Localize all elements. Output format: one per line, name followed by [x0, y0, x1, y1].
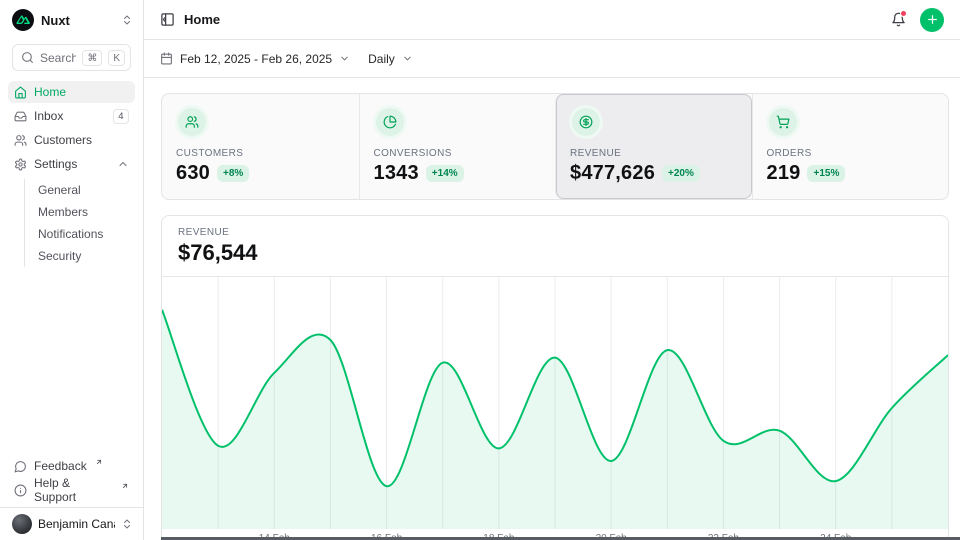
revenue-chart-card: REVENUE $76,544 14 Feb16 Feb18 Feb20 Feb…: [161, 215, 949, 540]
chart-header: REVENUE $76,544: [162, 216, 948, 277]
help-support-link[interactable]: Help & Support: [8, 479, 135, 501]
stats-strip: CUSTOMERS 630 +8% CONVERSIONS 1343 +14%: [161, 93, 949, 200]
date-range-picker[interactable]: Feb 12, 2025 - Feb 26, 2025: [160, 52, 350, 66]
chevron-down-icon: [339, 53, 350, 64]
revenue-area-chart[interactable]: [162, 277, 948, 529]
sidebar-footer-links: Feedback Help & Support: [0, 455, 143, 507]
dashboard-content: CUSTOMERS 630 +8% CONVERSIONS 1343 +14%: [144, 78, 960, 540]
sidebar-item-label: Inbox: [34, 109, 106, 123]
workspace-name: Nuxt: [41, 13, 114, 28]
page-header: Home: [144, 0, 960, 40]
chevrons-up-down-icon: [121, 14, 133, 26]
notifications-button[interactable]: [886, 8, 910, 32]
add-button[interactable]: [920, 8, 944, 32]
stat-label: REVENUE: [570, 148, 738, 159]
pie-chart-icon: [376, 108, 404, 136]
user-name: Benjamin Canac: [38, 517, 115, 531]
stat-value: 630: [176, 162, 210, 185]
external-link-icon: [121, 482, 129, 490]
stat-customers[interactable]: CUSTOMERS 630 +8%: [162, 94, 359, 199]
plus-icon: [926, 13, 939, 26]
panel-left-close-icon[interactable]: [160, 12, 175, 27]
sidebar-nav: Home Inbox 4 Customers Settings: [0, 81, 143, 269]
home-icon: [14, 86, 27, 99]
inbox-icon: [14, 110, 27, 123]
message-bubble-icon: [14, 460, 27, 473]
stat-orders[interactable]: ORDERS 219 +15%: [752, 94, 949, 199]
feedback-label: Feedback: [34, 459, 87, 473]
app-window: Nuxt Search... ⌘ K Home: [0, 0, 960, 540]
sidebar: Nuxt Search... ⌘ K Home: [0, 0, 144, 540]
sidebar-item-label: Home: [34, 85, 129, 99]
stat-value: 1343: [374, 162, 419, 185]
revenue-chart-svg: [162, 277, 948, 529]
search-placeholder: Search...: [40, 51, 76, 65]
main-panel: Home Feb 12, 2: [144, 0, 960, 540]
stat-label: CONVERSIONS: [374, 148, 542, 159]
info-circle-icon: [14, 484, 27, 497]
sidebar-item-security[interactable]: Security: [38, 245, 135, 267]
external-link-icon: [95, 458, 103, 466]
stat-label: ORDERS: [767, 148, 935, 159]
stat-label: CUSTOMERS: [176, 148, 345, 159]
users-icon: [178, 108, 206, 136]
notification-dot: [900, 10, 907, 17]
sidebar-item-label: Settings: [34, 157, 110, 171]
gear-icon: [14, 158, 27, 171]
shopping-cart-icon: [769, 108, 797, 136]
chart-metric-value: $76,544: [178, 240, 932, 266]
stat-delta-badge: +20%: [662, 165, 700, 182]
kbd-k: K: [108, 50, 125, 66]
filters-toolbar: Feb 12, 2025 - Feb 26, 2025 Daily: [144, 40, 960, 78]
help-support-label: Help & Support: [34, 476, 113, 504]
stat-revenue[interactable]: REVENUE $477,626 +20%: [555, 94, 752, 199]
workspace-switcher[interactable]: Nuxt: [0, 0, 143, 39]
sidebar-item-home[interactable]: Home: [8, 81, 135, 103]
sidebar-item-general[interactable]: General: [38, 179, 135, 201]
sidebar-item-settings[interactable]: Settings: [8, 153, 135, 175]
chevrons-up-down-icon: [121, 518, 133, 530]
avatar: [12, 514, 32, 534]
user-menu[interactable]: Benjamin Canac: [0, 507, 143, 540]
sidebar-item-notifications[interactable]: Notifications: [38, 223, 135, 245]
feedback-link[interactable]: Feedback: [8, 455, 135, 477]
search-icon: [21, 51, 34, 64]
page-title: Home: [184, 12, 220, 27]
chevron-up-icon: [117, 158, 129, 170]
sidebar-item-customers[interactable]: Customers: [8, 129, 135, 151]
chart-metric-label: REVENUE: [178, 227, 932, 238]
stat-delta-badge: +15%: [807, 165, 845, 182]
stat-delta-badge: +8%: [217, 165, 249, 182]
sidebar-item-label: Customers: [34, 133, 129, 147]
dollar-circle-icon: [572, 108, 600, 136]
sidebar-item-inbox[interactable]: Inbox 4: [8, 105, 135, 127]
stat-value: $477,626: [570, 162, 655, 185]
kbd-cmd: ⌘: [82, 50, 102, 66]
inbox-count-badge: 4: [113, 109, 129, 124]
period-select[interactable]: Daily: [368, 52, 413, 66]
stat-value: 219: [767, 162, 801, 185]
users-icon: [14, 134, 27, 147]
search-input[interactable]: Search... ⌘ K: [12, 44, 131, 71]
chevron-down-icon: [402, 53, 413, 64]
date-range-value: Feb 12, 2025 - Feb 26, 2025: [180, 52, 332, 66]
nuxt-logo-icon: [12, 9, 34, 31]
stat-conversions[interactable]: CONVERSIONS 1343 +14%: [359, 94, 556, 199]
settings-subnav: General Members Notifications Security: [24, 179, 135, 267]
calendar-icon: [160, 52, 173, 65]
period-value: Daily: [368, 52, 395, 66]
stat-delta-badge: +14%: [426, 165, 464, 182]
sidebar-item-members[interactable]: Members: [38, 201, 135, 223]
